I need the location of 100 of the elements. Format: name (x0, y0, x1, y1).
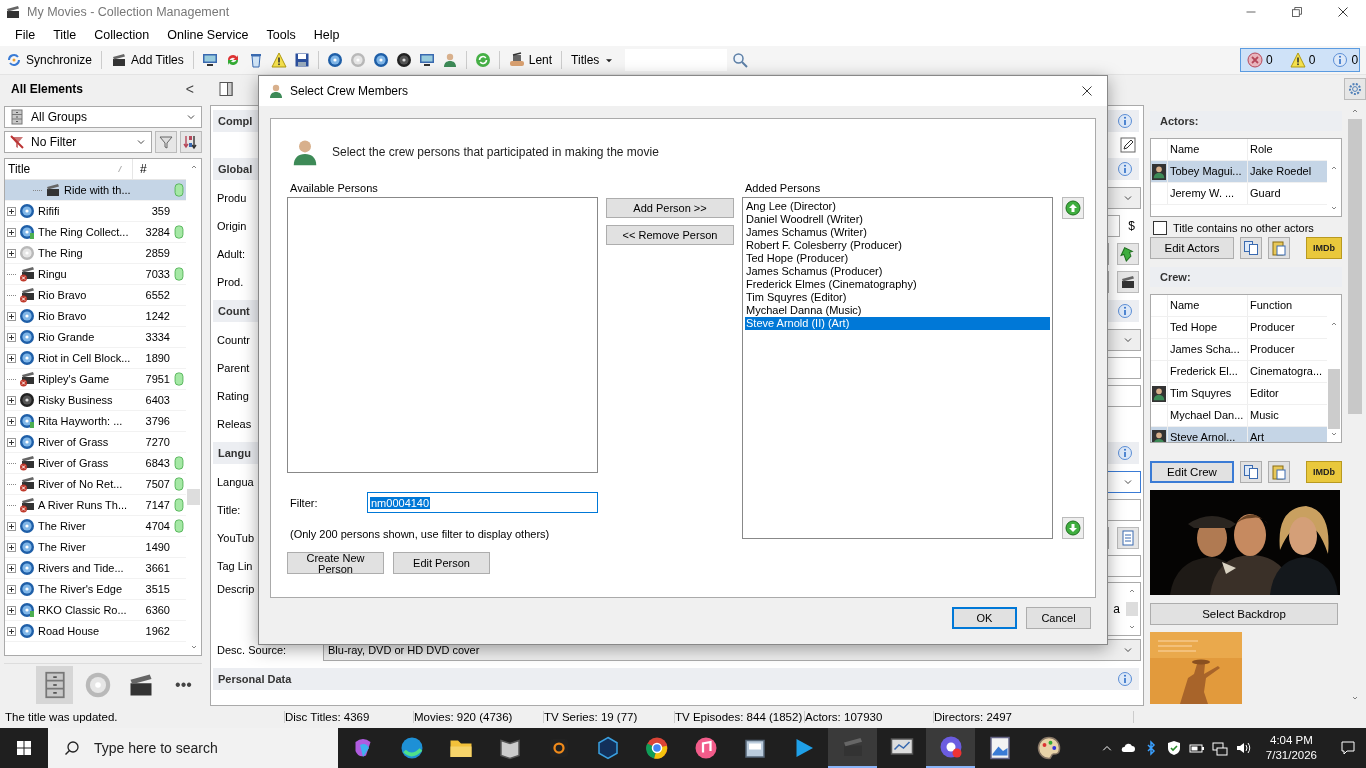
clock-time[interactable]: 4:04 PM (1270, 733, 1313, 748)
titles-dropdown[interactable]: Titles (568, 52, 619, 68)
tree-row[interactable]: The River 4704 (5, 516, 186, 537)
person-item[interactable]: Frederick Elmes (Cinematography) (745, 278, 1050, 291)
tree-row[interactable]: Ride with th... (5, 180, 186, 201)
edit-crew-button[interactable]: Edit Crew (1150, 461, 1234, 483)
tree-row[interactable]: Ringu 7033 (5, 264, 186, 285)
column-header[interactable]: Title (5, 162, 116, 176)
tree-row[interactable]: Ripley's Game 7951 (5, 369, 186, 390)
field-label: Parent (217, 362, 250, 374)
imdb-button[interactable]: IMDb (1306, 237, 1342, 259)
crew-row[interactable]: Frederick El... Cinematogra... (1151, 361, 1327, 383)
person-item[interactable]: Tim Squyres (Editor) (745, 291, 1050, 304)
field-label: Tag Lin (217, 560, 253, 572)
crew-row[interactable]: Ted Hope Producer (1151, 317, 1327, 339)
person-item[interactable]: James Schamus (Writer) (745, 226, 1050, 239)
menu-item[interactable]: Title (44, 28, 86, 42)
tree-row[interactable]: The Ring Collect... 3284 (5, 222, 186, 243)
field-label: Descrip (217, 582, 255, 595)
filter-field[interactable]: nm0004140 (367, 492, 598, 513)
field-label: Prod. (217, 276, 244, 288)
tree-row[interactable]: The River's Edge 3515 (5, 579, 186, 600)
title-number: 3796 (144, 415, 171, 427)
column-header[interactable]: Function (1247, 295, 1325, 316)
title-number: 7507 (144, 478, 171, 490)
notification-panel[interactable]: 0 0 0 (1240, 48, 1360, 72)
actor-row[interactable]: Jeremy W. ... Guard (1151, 183, 1327, 205)
select-backdrop-button[interactable]: Select Backdrop (1150, 603, 1338, 625)
tree-row[interactable]: Rio Grande 3334 (5, 327, 186, 348)
crew-row[interactable]: Tim Squyres Editor (1151, 383, 1327, 405)
taskbar-search-field[interactable]: Type here to search (48, 728, 338, 768)
edit-person-button[interactable]: Edit Person (393, 552, 490, 574)
menu-item[interactable]: Collection (85, 28, 159, 42)
person-item[interactable]: Robert F. Colesberry (Producer) (745, 239, 1050, 252)
actor-role: Guard (1247, 183, 1325, 204)
menu-item[interactable]: Online Service (158, 28, 258, 42)
column-header[interactable]: Name (1167, 139, 1247, 160)
filter-dropdown[interactable]: No Filter (4, 131, 152, 153)
title-number: 359 (150, 205, 171, 217)
person-item[interactable]: Daniel Woodrell (Writer) (745, 213, 1050, 226)
title-number: 3661 (144, 562, 171, 574)
column-header[interactable]: Name (1167, 295, 1247, 316)
tree-row[interactable]: Rivers and Tide... 3661 (5, 558, 186, 579)
actor-role: Jake Roedel (1247, 161, 1325, 182)
tree-row[interactable]: Rio Bravo 6552 (5, 285, 186, 306)
person-item[interactable]: James Schamus (Producer) (745, 265, 1050, 278)
ok-button[interactable]: OK (952, 607, 1017, 629)
person-item[interactable]: Ted Hope (Producer) (745, 252, 1050, 265)
tree-row[interactable]: Rififi 359 (5, 201, 186, 222)
tree-row[interactable]: Rita Hayworth: ... 3796 (5, 411, 186, 432)
title-number: 7951 (144, 373, 171, 385)
lent-button[interactable]: Lent (505, 51, 556, 69)
title-text: Rita Hayworth: ... (38, 415, 124, 427)
list-label: Available Persons (289, 182, 378, 196)
crew-row[interactable]: Steve Arnol... Art (1151, 427, 1327, 442)
add-person-button[interactable]: Add Person >> (606, 198, 734, 218)
column-header[interactable]: # (132, 159, 180, 179)
person-item[interactable]: Ang Lee (Director) (745, 200, 1050, 213)
more-button[interactable]: ••• (165, 666, 202, 704)
menu-item[interactable]: Tools (257, 28, 305, 42)
crew-row[interactable]: James Scha... Producer (1151, 339, 1327, 361)
tree-row[interactable]: Road House 1962 (5, 621, 186, 642)
tree-row[interactable]: River of No Ret... 7507 (5, 474, 186, 495)
tree-row[interactable]: Riot in Cell Block... 1890 (5, 348, 186, 369)
remove-person-button[interactable]: << Remove Person (606, 225, 734, 245)
tree-row[interactable]: Risky Business 6403 (5, 390, 186, 411)
edit-actors-button[interactable]: Edit Actors (1150, 237, 1234, 259)
tree-row[interactable]: Rio Bravo 1242 (5, 306, 186, 327)
collapse-button[interactable]: < (185, 81, 194, 97)
column-header[interactable]: Role (1247, 139, 1325, 160)
tree-row[interactable]: The River 1490 (5, 537, 186, 558)
tree-row[interactable]: The Ring 2859 (5, 243, 186, 264)
tree-row[interactable]: River of Grass 7270 (5, 432, 186, 453)
actor-row[interactable]: Tobey Magui... Jake Roedel (1151, 161, 1327, 183)
create-person-button[interactable]: Create New Person (287, 552, 384, 574)
currency-label: $ (1127, 219, 1136, 233)
tree-row[interactable]: A River Runs Th... 7147 (5, 495, 186, 516)
tree-row[interactable]: River of Grass 6843 (5, 453, 186, 474)
actor-name: Tobey Magui... (1167, 161, 1247, 182)
section-title: Actors: (1160, 115, 1199, 127)
status-text: The title was updated. (5, 711, 285, 723)
title-text: The River's Edge (38, 583, 124, 595)
person-item[interactable]: Mychael Danna (Music) (745, 304, 1050, 317)
title-text: The River (38, 541, 87, 553)
dialog-title: Select Crew Members (290, 84, 409, 98)
title-number: 1242 (144, 310, 171, 322)
add-titles-button[interactable]: Add Titles (108, 51, 187, 69)
tree-row[interactable]: RKO Classic Ro... 6360 (5, 600, 186, 621)
field-label: Origin (217, 220, 247, 232)
group-dropdown[interactable]: All Groups (4, 106, 202, 128)
status-text: Movies: 920 (4736) (414, 711, 544, 723)
crew-name: Ted Hope (1167, 317, 1247, 338)
menu-item[interactable]: Help (304, 28, 349, 42)
synchronize-button[interactable]: Synchronize (3, 51, 96, 69)
title-text: Rififi (38, 205, 61, 217)
clock-date[interactable]: 7/31/2026 (1265, 748, 1317, 763)
menu-item[interactable]: File (6, 28, 45, 42)
person-item[interactable]: Steve Arnold (II) (Art) (745, 317, 1050, 330)
imdb-button[interactable]: IMDb (1306, 461, 1342, 483)
cancel-button[interactable]: Cancel (1026, 607, 1091, 629)
